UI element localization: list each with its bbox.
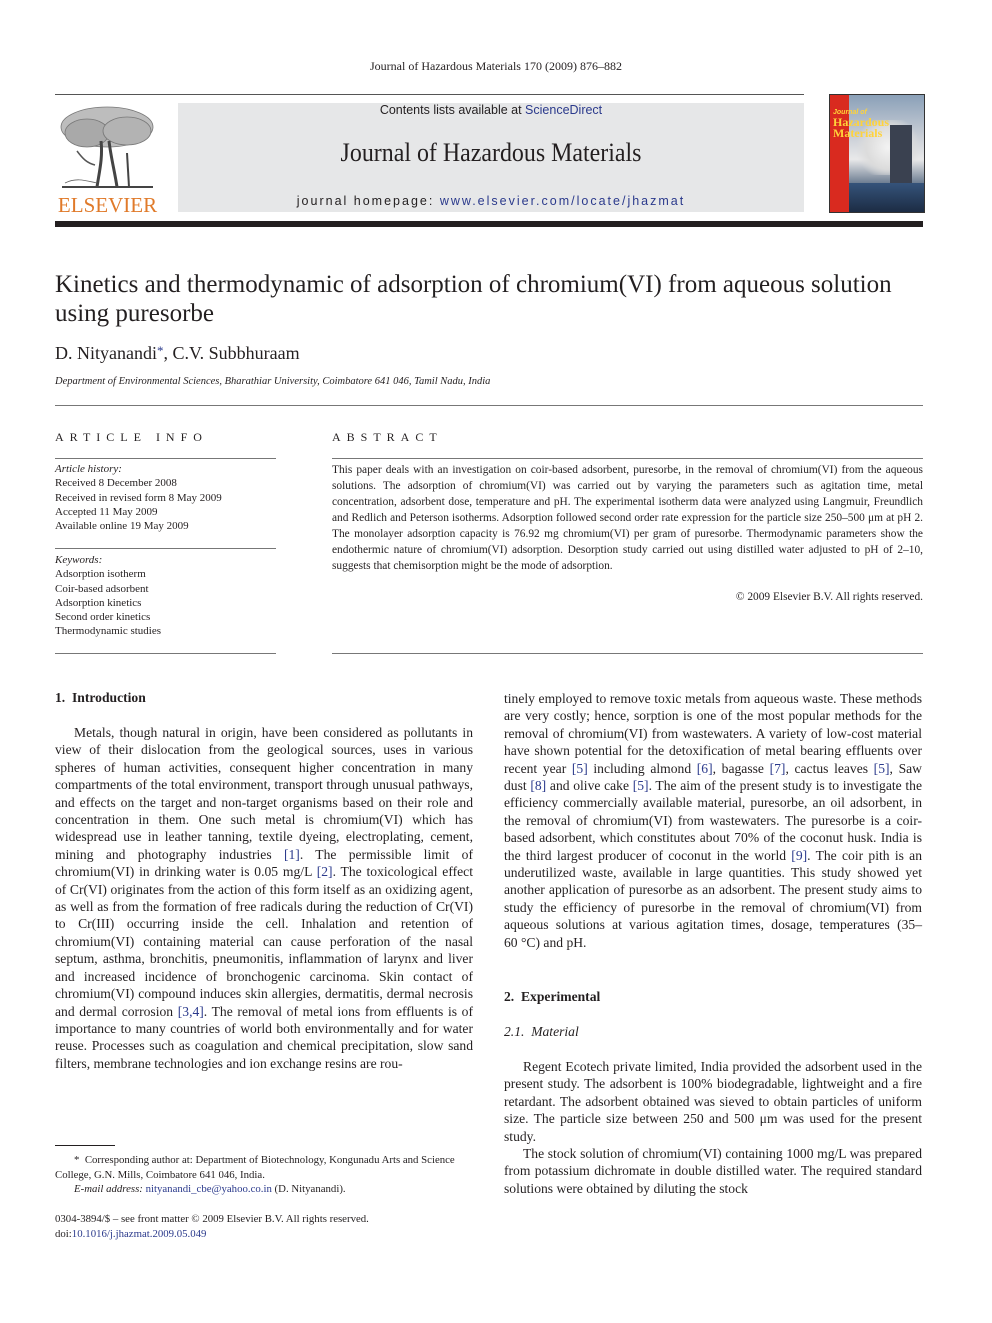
citation-link[interactable]: [1] [284,847,300,862]
introduction-left-column: Metals, though natural in origin, have b… [55,724,473,1072]
keyword-item: Thermodynamic studies [55,625,162,638]
journal-cover-image[interactable]: Journal of Hazardous Materials [829,94,925,213]
keywords: Keywords: Adsorption isotherm Coir-based… [55,553,276,639]
introduction-paragraph: Metals, though natural in origin, have b… [55,725,474,1071]
elsevier-tree-icon [60,106,154,188]
contents-line: Contents lists available at ScienceDirec… [178,103,804,117]
keyword-item: Second order kinetics [55,611,151,624]
issn-line: 0304-3894/$ – see front matter © 2009 El… [55,1213,369,1225]
cover-base [849,183,924,212]
abstract-heading: ABSTRACT [332,430,443,444]
history-item: Received 8 December 2008 [55,477,177,490]
article-info-heading: ARTICLE INFO [55,430,208,444]
author-name: D. Nityanandi [55,343,157,363]
divider [332,653,923,654]
doi-label: doi: [55,1227,72,1240]
abstract-text: This paper deals with an investigation o… [332,464,923,572]
material-paragraph: Regent Ecotech private limited, India pr… [504,1059,922,1144]
subsection-heading-material: 2.1. Material [504,1024,579,1039]
elsevier-wordmark: ELSEVIER [57,193,158,217]
article-title: Kinetics and thermodynamic of adsorption… [55,271,892,327]
cover-title-main: Hazardous Materials [833,116,889,140]
history-item: Available online 19 May 2009 [55,520,189,533]
keyword-item: Adsorption kinetics [55,596,142,609]
header-top-rule [55,94,804,95]
email-link[interactable]: nityanandi_cbe@yahoo.co.in [146,1183,272,1195]
email-label: E-mail address: [74,1183,146,1195]
divider [55,548,276,549]
keyword-item: Adsorption isotherm [55,568,146,581]
email-suffix: (D. Nityanandi). [271,1183,346,1195]
introduction-right-column: tinely employed to remove toxic metals f… [504,690,922,951]
author-list: D. Nityanandi*, C.V. Subbhuraam [55,343,300,364]
email-line: E-mail address: nityanandi_cbe@yahoo.co.… [55,1182,473,1197]
header-thick-rule [55,221,923,227]
cover-title-line3: Materials [833,126,883,140]
material-text: Regent Ecotech private limited, India pr… [504,1058,922,1197]
abstract-copyright: © 2009 Elsevier B.V. All rights reserved… [735,591,923,603]
divider [55,458,276,459]
introduction-paragraph-continued: tinely employed to remove toxic metals f… [504,691,922,950]
keyword-item: Coir-based adsorbent [55,582,149,595]
author-name: C.V. Subbhuraam [172,343,300,363]
divider [332,458,923,459]
footnote-mark: * [74,1154,80,1166]
running-head: Journal of Hazardous Materials 170 (2009… [370,59,622,73]
citation-link[interactable]: [5] [572,761,588,776]
journal-banner: Contents lists available at ScienceDirec… [178,103,804,212]
citation-link[interactable]: [9] [791,848,807,863]
citation-link[interactable]: [6] [697,761,713,776]
keywords-label: Keywords: [55,554,103,566]
citation-link[interactable]: [3,4] [178,1004,204,1019]
issn-block: 0304-3894/$ – see front matter © 2009 El… [55,1212,473,1241]
citation-link[interactable]: [5] [633,778,649,793]
contents-prefix: Contents lists available at [379,103,526,117]
history-item: Received in revised form 8 May 2009 [55,491,222,504]
footnote: * Corresponding author at: Department of… [55,1153,473,1197]
article-history: Article history: Received 8 December 200… [55,462,276,533]
citation-link[interactable]: [8] [530,778,546,793]
divider [55,405,923,406]
section-heading-introduction: 1. Introduction [55,690,146,705]
divider [55,653,276,654]
article-history-label: Article history: [55,463,122,475]
material-paragraph: The stock solution of chromium(VI) conta… [504,1146,922,1196]
footnote-rule [55,1145,115,1146]
citation-link[interactable]: [7] [770,761,786,776]
doi-link[interactable]: 10.1016/j.jhazmat.2009.05.049 [72,1228,207,1240]
footnote-text: Corresponding author at: Department of B… [55,1154,455,1181]
corresponding-author-note: * Corresponding author at: Department of… [55,1153,473,1182]
homepage-prefix: journal homepage: [296,194,440,208]
homepage-link[interactable]: www.elsevier.com/locate/jhazmat [440,194,685,208]
sciencedirect-link[interactable]: ScienceDirect [525,103,602,117]
affiliation: Department of Environmental Sciences, Bh… [55,376,491,387]
doi-line: doi:10.1016/j.jhazmat.2009.05.049 [55,1227,473,1242]
elsevier-logo[interactable]: ELSEVIER [55,103,160,217]
journal-title: Journal of Hazardous Materials [340,138,642,167]
section-heading-experimental: 2. Experimental [504,989,601,1004]
citation-link[interactable]: [5] [874,761,890,776]
homepage-line: journal homepage: www.elsevier.com/locat… [178,194,804,208]
history-item: Accepted 11 May 2009 [55,505,158,518]
citation-link[interactable]: [2] [317,864,333,879]
